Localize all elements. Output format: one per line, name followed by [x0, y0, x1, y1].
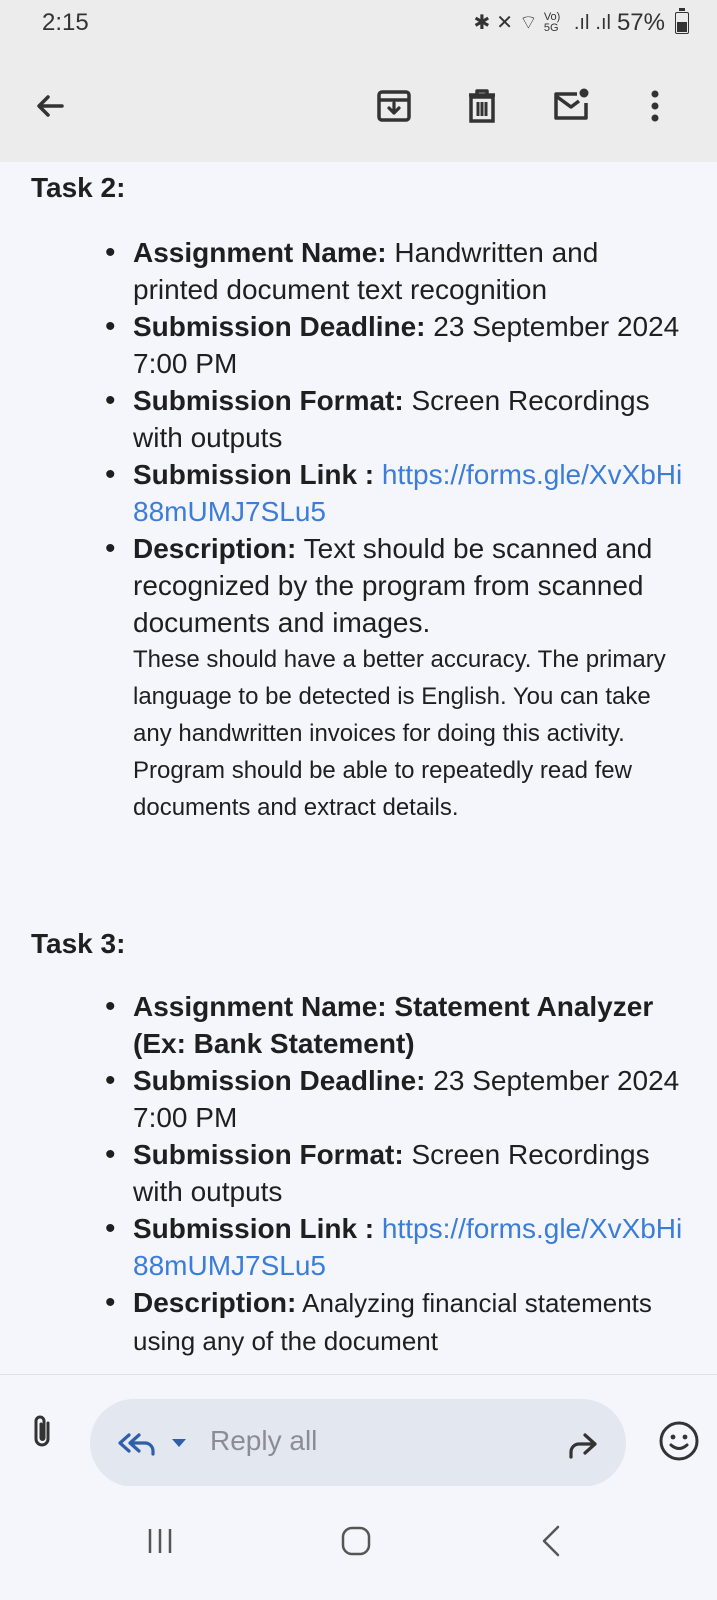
task-heading: Task 3:: [31, 928, 126, 959]
list-item: Submission Format: Screen Recordings wit…: [0, 382, 717, 456]
system-nav-bar: [0, 1486, 717, 1600]
list-item: Submission Deadline: 23 September 2024 7…: [0, 1062, 717, 1136]
bluetooth-icon: ✱: [473, 12, 491, 34]
battery-icon: [675, 8, 689, 34]
archive-icon[interactable]: [366, 78, 422, 134]
task-list: Assignment Name: Handwritten and printed…: [0, 234, 717, 826]
email-body: Task 2: Assignment Name: Handwritten and…: [0, 162, 717, 1374]
status-icons: ✱ ✕ ⌔ Vo) 5G .ıl .ıl 57%: [473, 8, 689, 37]
task-heading: Task 2:: [31, 172, 126, 203]
item-label: Description:: [133, 1287, 297, 1318]
list-item: Assignment Name: Handwritten and printed…: [0, 234, 717, 308]
list-item: Submission Format: Screen Recordings wit…: [0, 1136, 717, 1210]
description-detail: These should have a better accuracy. The…: [133, 646, 666, 821]
back-arrow-icon[interactable]: [22, 78, 78, 134]
list-item: Assignment Name: Statement Analyzer (Ex:…: [0, 988, 717, 1062]
list-item: Submission Deadline: 23 September 2024 7…: [0, 308, 717, 382]
top-toolbar: [0, 50, 717, 162]
list-item: Description: Text should be scanned and …: [0, 530, 717, 826]
item-label: Submission Deadline:: [133, 1065, 426, 1096]
more-vert-icon[interactable]: [627, 78, 683, 134]
signal-icon: .ıl: [573, 12, 590, 34]
item-label: Assignment Name: Statement Analyzer (Ex:…: [133, 991, 654, 1059]
item-label: Submission Format:: [133, 385, 404, 416]
signal-icon-2: .ıl: [595, 12, 611, 34]
reply-all-field[interactable]: Reply all: [90, 1399, 626, 1487]
list-item: Submission Link : https://forms.gle/XvXb…: [0, 1210, 717, 1284]
nav-back-icon[interactable]: [522, 1516, 582, 1566]
item-label: Submission Link :: [133, 1213, 375, 1244]
mute-icon: ✕: [496, 12, 514, 34]
item-label: Submission Deadline:: [133, 311, 426, 342]
chevron-down-icon[interactable]: [170, 1435, 188, 1451]
mark-unread-icon[interactable]: [543, 78, 599, 134]
recent-apps-icon[interactable]: [130, 1516, 190, 1566]
attachment-icon[interactable]: [22, 1411, 62, 1451]
network-label: Vo) 5G: [543, 11, 561, 34]
list-item: Submission Link : https://forms.gle/XvXb…: [0, 456, 717, 530]
reply-bar: Reply all: [0, 1374, 717, 1487]
reply-input[interactable]: Reply all: [210, 1425, 317, 1457]
battery-percent: 57%: [616, 9, 665, 36]
list-item: Description: Analyzing financial stateme…: [0, 1284, 717, 1360]
home-icon[interactable]: [326, 1516, 386, 1566]
reply-all-icon[interactable]: [115, 1423, 157, 1463]
item-label: Submission Format:: [133, 1139, 404, 1170]
forward-icon[interactable]: [563, 1425, 601, 1463]
status-time: 2:15: [42, 9, 89, 36]
status-bar: 2:15 ✱ ✕ ⌔ Vo) 5G .ıl .ıl 57%: [0, 0, 717, 50]
trash-icon[interactable]: [454, 78, 510, 134]
item-label: Description:: [133, 533, 297, 564]
item-label: Submission Link :: [133, 459, 375, 490]
wifi-icon: ⌔: [519, 12, 538, 34]
task-list: Assignment Name: Statement Analyzer (Ex:…: [0, 988, 717, 1360]
emoji-icon[interactable]: [657, 1419, 701, 1463]
item-label: Assignment Name:: [133, 237, 387, 268]
